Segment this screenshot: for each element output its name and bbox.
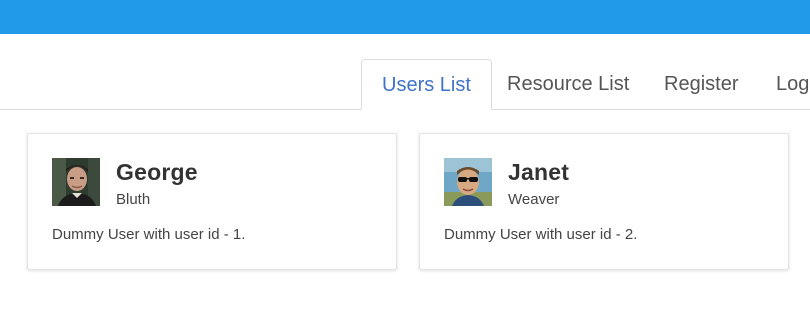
user-card: George Bluth Dummy User with user id - 1… [27, 133, 397, 270]
top-navbar [0, 0, 810, 34]
tab-resource-list[interactable]: Resource List [507, 59, 629, 109]
user-last-name: Weaver [508, 191, 560, 208]
avatar [444, 158, 492, 206]
avatar [52, 158, 100, 206]
user-description: Dummy User with user id - 1. [52, 226, 246, 243]
tab-users-list[interactable]: Users List [361, 59, 492, 110]
user-first-name: Janet [508, 159, 570, 185]
user-description: Dummy User with user id - 2. [444, 226, 638, 243]
user-card: Janet Weaver Dummy User with user id - 2… [419, 133, 789, 270]
user-last-name: Bluth [116, 191, 151, 208]
tab-register[interactable]: Register [664, 59, 738, 109]
user-first-name: George [116, 159, 198, 185]
tab-login[interactable]: Log [776, 59, 809, 109]
